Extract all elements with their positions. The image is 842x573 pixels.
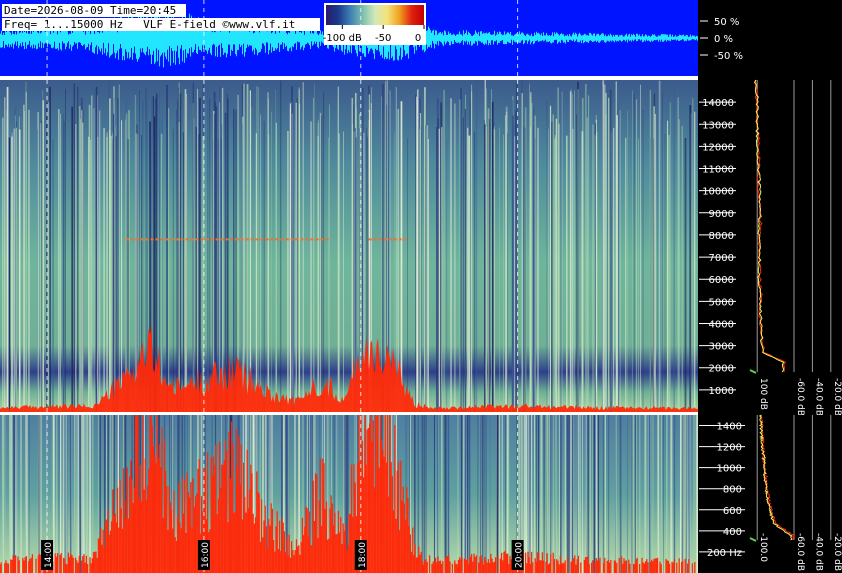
waveform-y-tick-label: 50 % (714, 17, 739, 28)
spectrum-full-panel: 100 dB -60.0 dB -40.0 dB -20.0 dB (748, 79, 842, 416)
freq-tick-label: 2000 (709, 364, 734, 375)
spectrum-tick-label: -20.0 dB (832, 378, 842, 416)
freq-tick-label: 4000 (709, 319, 734, 330)
freq-tick-label: 3000 (709, 342, 734, 353)
freq-tick-label: 1200 (717, 443, 742, 454)
freq-tick-label: 13000 (702, 120, 734, 131)
time-label: 18:00 (358, 542, 368, 568)
panel-divider-bottom (0, 412, 698, 415)
freq-tick-label: 400 (723, 527, 742, 538)
spectrum-tick-label: -60.0 dB (795, 533, 805, 571)
panel-divider-top (0, 76, 698, 80)
waveform-y-tick-label: -50 % (714, 51, 743, 62)
freq-tick-label: 8000 (709, 231, 734, 242)
freq-tick-label: 11000 (702, 165, 734, 176)
vlf-monitor-window: 50 % 0 % -50 % Date=2026-08-09 Time=20:45 … (0, 0, 842, 573)
colorbar-gradient (326, 5, 424, 25)
freq-tick-label: 10000 (702, 187, 734, 198)
freq-tick-label: 800 (723, 485, 742, 496)
spectrum-tick-label: -20.0 dB (832, 533, 842, 571)
spectrum-tick-label: 100 dB (758, 378, 768, 410)
time-label: 16:00 (201, 542, 211, 568)
freq-tick-label: 1400 (717, 422, 742, 433)
spectrogram-full-y-axis: 1000 2000 3000 4000 5000 6000 7000 8000 9000 1000… (699, 98, 736, 397)
colorbar-tick-label: -100 dB (323, 33, 362, 44)
time-label: 20:00 (515, 542, 525, 568)
colorbar-tick-label: -50 (375, 33, 391, 44)
spectrum-tick-label: -40.0 dB (813, 533, 823, 571)
waveform-y-axis: 50 % 0 % -50 % (700, 17, 743, 62)
spectrogram-low-y-axis: 200 Hz 400 600 800 1000 1200 1400 (699, 422, 745, 559)
freq-tick-label: 5000 (709, 297, 734, 308)
freq-tick-label: 600 (723, 506, 742, 517)
freq-tick-label: 1000 (709, 386, 734, 397)
colorbar: -100 dB -50 0 (323, 3, 426, 45)
time-label: 14:00 (44, 542, 54, 568)
date-time-label: Date=2026-08-09 Time=20:45 (4, 4, 176, 17)
freq-tick-label: 9000 (709, 209, 734, 220)
spectrogram-full-panel: 1000 2000 3000 4000 5000 6000 7000 8000 9000 1000… (0, 80, 736, 412)
waveform-y-tick-label: 0 % (714, 34, 733, 45)
spectrum-low-panel: -100.0 -60.0 dB -40.0 dB -20.0 dB (748, 414, 842, 571)
freq-tick-label: 1000 (717, 464, 742, 475)
freq-tick-label: 12000 (702, 142, 734, 153)
colorbar-tick-label: 0 (415, 33, 421, 44)
spectrum-tick-label: -40.0 dB (813, 378, 823, 416)
vlf-figure: 50 %0 %-50 % Date=2026-08-09 Time=20:45 … (0, 0, 842, 573)
spectrum-tick-label: -100.0 (758, 533, 768, 562)
frequency-range-label: Freq= 1...15000 Hz VLF E-field ©www.vlf.… (4, 18, 295, 31)
freq-tick-label: 14000 (702, 98, 734, 109)
freq-tick-label: 200 Hz (707, 548, 742, 559)
freq-tick-label: 6000 (709, 275, 734, 286)
spectrogram-low-panel: 200 Hz 400 600 800 1000 1200 1400 (0, 415, 745, 573)
spectrum-tick-label: -60.0 dB (795, 378, 805, 416)
freq-tick-label: 7000 (709, 253, 734, 264)
